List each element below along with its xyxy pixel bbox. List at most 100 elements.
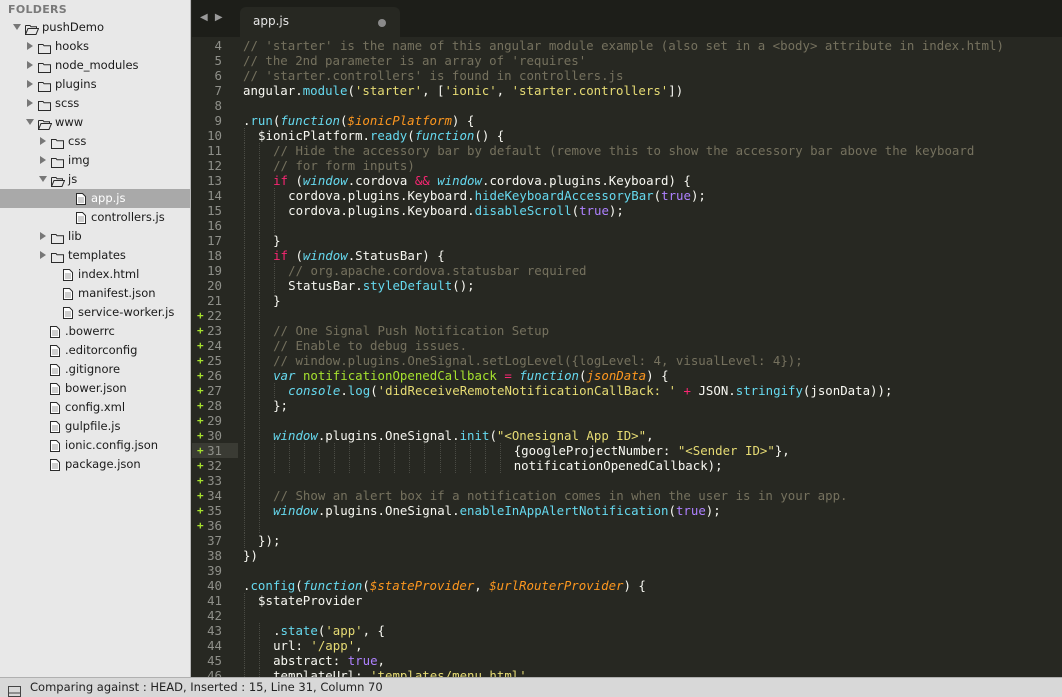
- tree-item-css[interactable]: css: [0, 132, 190, 151]
- tree-item-node-modules[interactable]: node_modules: [0, 56, 190, 75]
- gutter[interactable]: 20: [192, 278, 238, 293]
- code-line[interactable]: 42: [192, 608, 1062, 623]
- code-line[interactable]: 20 StatusBar.styleDefault();: [192, 278, 1062, 293]
- code-editor[interactable]: 4 // 'starter' is the name of this angula…: [192, 37, 1062, 677]
- gutter[interactable]: +24: [192, 338, 238, 353]
- disclosure-collapsed-icon[interactable]: [25, 41, 35, 51]
- gutter[interactable]: 39: [192, 563, 238, 578]
- panel-toggle-icon[interactable]: [8, 682, 21, 697]
- tree-item-gitignore[interactable]: .gitignore: [0, 360, 190, 379]
- code-line[interactable]: +26 var notificationOpenedCallback = func…: [192, 368, 1062, 383]
- tree-item-pushdemo[interactable]: pushDemo: [0, 18, 190, 37]
- code-line[interactable]: +31 {googleProjectNumber: "<Sender ID>"},: [192, 443, 1062, 458]
- code-line[interactable]: 15 cordova.plugins.Keyboard.disableScroll…: [192, 203, 1062, 218]
- gutter[interactable]: +35: [192, 503, 238, 518]
- code-line[interactable]: 41 $stateProvider: [192, 593, 1062, 608]
- gutter[interactable]: 13: [192, 173, 238, 188]
- gutter[interactable]: 9: [192, 113, 238, 128]
- gutter[interactable]: 7: [192, 83, 238, 98]
- code-line[interactable]: 6 // 'starter.controllers' is found in co…: [192, 68, 1062, 83]
- gutter[interactable]: 45: [192, 653, 238, 668]
- disclosure-collapsed-icon[interactable]: [38, 231, 48, 241]
- tree-item-www[interactable]: www: [0, 113, 190, 132]
- code-line[interactable]: 8: [192, 98, 1062, 113]
- gutter[interactable]: 12: [192, 158, 238, 173]
- code-line[interactable]: 39: [192, 563, 1062, 578]
- tree-item-js[interactable]: js: [0, 170, 190, 189]
- gutter[interactable]: +32: [192, 458, 238, 473]
- code-line[interactable]: 40 .config(function($stateProvider, $urlR…: [192, 578, 1062, 593]
- disclosure-collapsed-icon[interactable]: [38, 250, 48, 260]
- gutter[interactable]: +29: [192, 413, 238, 428]
- gutter[interactable]: +34: [192, 488, 238, 503]
- unsaved-dot-icon[interactable]: [378, 19, 386, 27]
- gutter[interactable]: 46: [192, 668, 238, 677]
- code-line[interactable]: +28};: [192, 398, 1062, 413]
- gutter[interactable]: 40: [192, 578, 238, 593]
- code-line[interactable]: +22: [192, 308, 1062, 323]
- gutter[interactable]: +26: [192, 368, 238, 383]
- tree-item-img[interactable]: img: [0, 151, 190, 170]
- tree-item-index-html[interactable]: index.html: [0, 265, 190, 284]
- tab-app-js[interactable]: app.js: [240, 7, 400, 37]
- code-line[interactable]: 9 .run(function($ionicPlatform) {: [192, 113, 1062, 128]
- gutter[interactable]: 10: [192, 128, 238, 143]
- code-line[interactable]: 21}: [192, 293, 1062, 308]
- code-line[interactable]: 37});: [192, 533, 1062, 548]
- code-line[interactable]: 11 // Hide the accessory bar by default (…: [192, 143, 1062, 158]
- gutter[interactable]: 41: [192, 593, 238, 608]
- code-line[interactable]: +36: [192, 518, 1062, 533]
- tree-item-bowerrc[interactable]: .bowerrc: [0, 322, 190, 341]
- gutter[interactable]: 44: [192, 638, 238, 653]
- tree-item-app-js[interactable]: app.js: [0, 189, 190, 208]
- tree-item-scss[interactable]: scss: [0, 94, 190, 113]
- code-line[interactable]: +35 window.plugins.OneSignal.enableInAppA…: [192, 503, 1062, 518]
- code-line[interactable]: 12 // for form inputs): [192, 158, 1062, 173]
- code-line[interactable]: 4 // 'starter' is the name of this angula…: [192, 38, 1062, 53]
- gutter[interactable]: 16: [192, 218, 238, 233]
- tree-item-bower-json[interactable]: bower.json: [0, 379, 190, 398]
- tree-item-plugins[interactable]: plugins: [0, 75, 190, 94]
- gutter[interactable]: 6: [192, 68, 238, 83]
- tree-item-lib[interactable]: lib: [0, 227, 190, 246]
- tree-item-templates[interactable]: templates: [0, 246, 190, 265]
- tree-item-manifest-json[interactable]: manifest.json: [0, 284, 190, 303]
- gutter[interactable]: 43: [192, 623, 238, 638]
- code-line[interactable]: 14 cordova.plugins.Keyboard.hideKeyboardA…: [192, 188, 1062, 203]
- tree-item-service-worker-js[interactable]: service-worker.js: [0, 303, 190, 322]
- code-line[interactable]: 17}: [192, 233, 1062, 248]
- code-line[interactable]: 38}): [192, 548, 1062, 563]
- gutter[interactable]: 4: [192, 38, 238, 53]
- code-line[interactable]: +30 window.plugins.OneSignal.init("<Onesi…: [192, 428, 1062, 443]
- gutter[interactable]: 38: [192, 548, 238, 563]
- gutter[interactable]: +28: [192, 398, 238, 413]
- code-line[interactable]: 45 abstract: true,: [192, 653, 1062, 668]
- code-line[interactable]: +29: [192, 413, 1062, 428]
- code-line[interactable]: 43 .state('app', {: [192, 623, 1062, 638]
- disclosure-collapsed-icon[interactable]: [25, 79, 35, 89]
- tree-item-ionic-config-json[interactable]: ionic.config.json: [0, 436, 190, 455]
- tree-item-config-xml[interactable]: config.xml: [0, 398, 190, 417]
- gutter[interactable]: 15: [192, 203, 238, 218]
- tree-item-package-json[interactable]: package.json: [0, 455, 190, 474]
- disclosure-expanded-icon[interactable]: [38, 174, 48, 184]
- gutter[interactable]: +27: [192, 383, 238, 398]
- code-line[interactable]: 18 if (window.StatusBar) {: [192, 248, 1062, 263]
- code-line[interactable]: 10 $ionicPlatform.ready(function() {: [192, 128, 1062, 143]
- code-line[interactable]: 13 if (window.cordova && window.cordova.p…: [192, 173, 1062, 188]
- gutter[interactable]: +36: [192, 518, 238, 533]
- gutter[interactable]: +33: [192, 473, 238, 488]
- disclosure-expanded-icon[interactable]: [12, 22, 22, 32]
- code-line[interactable]: 46 templateUrl: 'templates/menu.html',: [192, 668, 1062, 677]
- code-line[interactable]: +23 // One Signal Push Notification Setup: [192, 323, 1062, 338]
- gutter[interactable]: 18: [192, 248, 238, 263]
- disclosure-collapsed-icon[interactable]: [38, 155, 48, 165]
- gutter[interactable]: +22: [192, 308, 238, 323]
- disclosure-collapsed-icon[interactable]: [25, 98, 35, 108]
- tree-item-gulpfile-js[interactable]: gulpfile.js: [0, 417, 190, 436]
- tree-item-hooks[interactable]: hooks: [0, 37, 190, 56]
- gutter[interactable]: +31: [192, 443, 238, 458]
- tab-nav-arrows-icon[interactable]: ◀ ▶: [200, 12, 225, 23]
- disclosure-expanded-icon[interactable]: [25, 117, 35, 127]
- code-line[interactable]: +25 // window.plugins.OneSignal.setLogLev…: [192, 353, 1062, 368]
